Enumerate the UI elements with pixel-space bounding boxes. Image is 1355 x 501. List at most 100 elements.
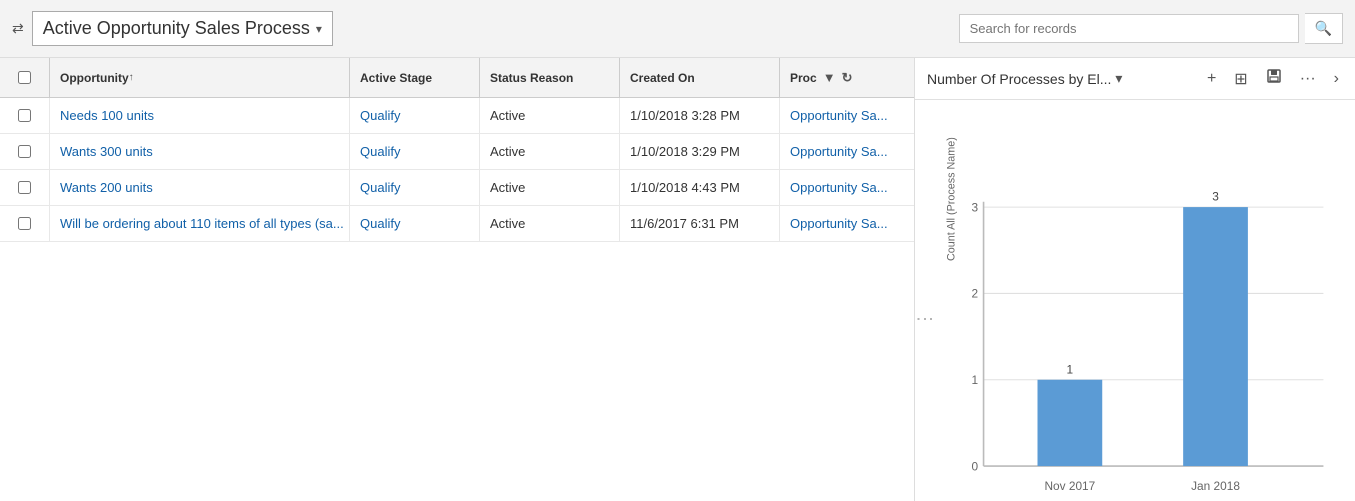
td-process-4: Opportunity Sa... [780,206,914,241]
page-title: Active Opportunity Sales Process [43,18,310,39]
th-select-all[interactable] [0,58,50,97]
table-row: Wants 300 units Qualify Active 1/10/2018… [0,134,914,170]
chart-title-text: Number Of Processes by El... [927,71,1111,87]
stage-link-1[interactable]: Qualify [360,108,400,123]
chart-header: Number Of Processes by El... ▾ + ⊞ ··· › [915,58,1355,100]
stage-link-3[interactable]: Qualify [360,180,400,195]
th-status-label: Status Reason [490,71,573,85]
filter-icon[interactable]: ▼ [823,70,836,85]
chart-side-dots[interactable]: ⋮ [915,110,935,501]
table-row: Wants 200 units Qualify Active 1/10/2018… [0,170,914,206]
chart-layout-button[interactable]: ⊞ [1230,67,1251,91]
top-bar-right: 🔍 [959,13,1343,44]
td-created-1: 1/10/2018 3:28 PM [620,98,780,133]
table-row: Will be ordering about 110 items of all … [0,206,914,242]
bar-jan-2018[interactable] [1183,207,1248,466]
td-created-4: 11/6/2017 6:31 PM [620,206,780,241]
main-content: Opportunity ↑ Active Stage Status Reason… [0,58,1355,501]
td-stage-3: Qualify [350,170,480,205]
status-text-4: Active [490,216,525,231]
chart-svg-container: Count All (Process Name) 0 1 2 3 [935,110,1345,501]
opportunity-link-1[interactable]: Needs 100 units [60,108,154,123]
created-text-2: 1/10/2018 3:29 PM [630,144,740,159]
status-text-1: Active [490,108,525,123]
td-status-1: Active [480,98,620,133]
td-opportunity-1: Needs 100 units [50,98,350,133]
created-text-1: 1/10/2018 3:28 PM [630,108,740,123]
stage-link-2[interactable]: Qualify [360,144,400,159]
chart-title: Number Of Processes by El... ▾ [927,70,1195,87]
y-tick-3: 3 [972,200,979,214]
top-bar: ⇄ Active Opportunity Sales Process ▾ 🔍 [0,0,1355,58]
row-checkbox-3[interactable] [0,170,50,205]
sort-asc-icon[interactable]: ↑ [129,72,134,83]
table-panel: Opportunity ↑ Active Stage Status Reason… [0,58,915,501]
y-tick-1: 1 [972,373,979,387]
save-icon [1266,68,1282,84]
top-bar-left: ⇄ Active Opportunity Sales Process ▾ [12,11,959,46]
td-stage-4: Qualify [350,206,480,241]
opportunity-link-3[interactable]: Wants 200 units [60,180,153,195]
status-text-3: Active [490,180,525,195]
chart-actions: + ⊞ ··· › [1203,66,1343,91]
table-header: Opportunity ↑ Active Stage Status Reason… [0,58,914,98]
row-checkbox-1[interactable] [0,98,50,133]
y-tick-0: 0 [972,459,979,473]
th-opportunity: Opportunity ↑ [50,58,350,97]
x-tick-nov: Nov 2017 [1044,479,1095,493]
title-dropdown-arrow[interactable]: ▾ [316,22,322,36]
process-link-3[interactable]: Opportunity Sa... [790,180,888,195]
row-checkbox-4[interactable] [0,206,50,241]
chart-svg: Count All (Process Name) 0 1 2 3 [935,110,1345,501]
stage-link-4[interactable]: Qualify [360,216,400,231]
pin-icon: ⇄ [12,20,24,37]
td-opportunity-3: Wants 200 units [50,170,350,205]
y-axis-label: Count All (Process Name) [945,137,957,261]
td-status-4: Active [480,206,620,241]
opportunity-link-2[interactable]: Wants 300 units [60,144,153,159]
select-all-checkbox[interactable] [18,71,31,84]
bar-nov-2017[interactable] [1038,380,1103,466]
td-status-2: Active [480,134,620,169]
chart-more-button[interactable]: ··· [1296,68,1320,90]
status-text-2: Active [490,144,525,159]
y-tick-2: 2 [972,287,979,301]
td-process-1: Opportunity Sa... [780,98,914,133]
td-process-2: Opportunity Sa... [780,134,914,169]
chart-panel: Number Of Processes by El... ▾ + ⊞ ··· ›… [915,58,1355,501]
th-created-label: Created On [630,71,695,85]
refresh-icon[interactable]: ↻ [842,70,853,86]
th-stage-label: Active Stage [360,71,432,85]
chart-title-dropdown[interactable]: ▾ [1115,70,1122,87]
td-status-3: Active [480,170,620,205]
th-opportunity-label: Opportunity [60,71,129,85]
created-text-3: 1/10/2018 4:43 PM [630,180,740,195]
td-stage-2: Qualify [350,134,480,169]
x-tick-jan: Jan 2018 [1191,479,1240,493]
th-active-stage: Active Stage [350,58,480,97]
process-link-1[interactable]: Opportunity Sa... [790,108,888,123]
created-text-4: 11/6/2017 6:31 PM [630,216,739,231]
th-process: Proc ▼ ↻ [780,58,914,97]
row-checkbox-2[interactable] [0,134,50,169]
chart-expand-button[interactable]: › [1330,68,1343,90]
td-opportunity-4: Will be ordering about 110 items of all … [50,206,350,241]
table-row: Needs 100 units Qualify Active 1/10/2018… [0,98,914,134]
process-link-2[interactable]: Opportunity Sa... [790,144,888,159]
chart-add-button[interactable]: + [1203,68,1220,90]
search-input[interactable] [959,14,1299,43]
bar-label-nov: 1 [1067,362,1074,376]
td-stage-1: Qualify [350,98,480,133]
td-process-3: Opportunity Sa... [780,170,914,205]
td-opportunity-2: Wants 300 units [50,134,350,169]
opportunity-link-4[interactable]: Will be ordering about 110 items of all … [60,216,344,231]
th-status-reason: Status Reason [480,58,620,97]
chart-save-button[interactable] [1262,66,1286,91]
td-created-3: 1/10/2018 4:43 PM [620,170,780,205]
bar-label-jan: 3 [1212,190,1219,204]
chart-body: ⋮ Count All (Process Name) 0 1 2 [915,100,1355,501]
td-created-2: 1/10/2018 3:29 PM [620,134,780,169]
search-button[interactable]: 🔍 [1305,13,1343,44]
th-process-label: Proc [790,71,817,85]
process-link-4[interactable]: Opportunity Sa... [790,216,888,231]
